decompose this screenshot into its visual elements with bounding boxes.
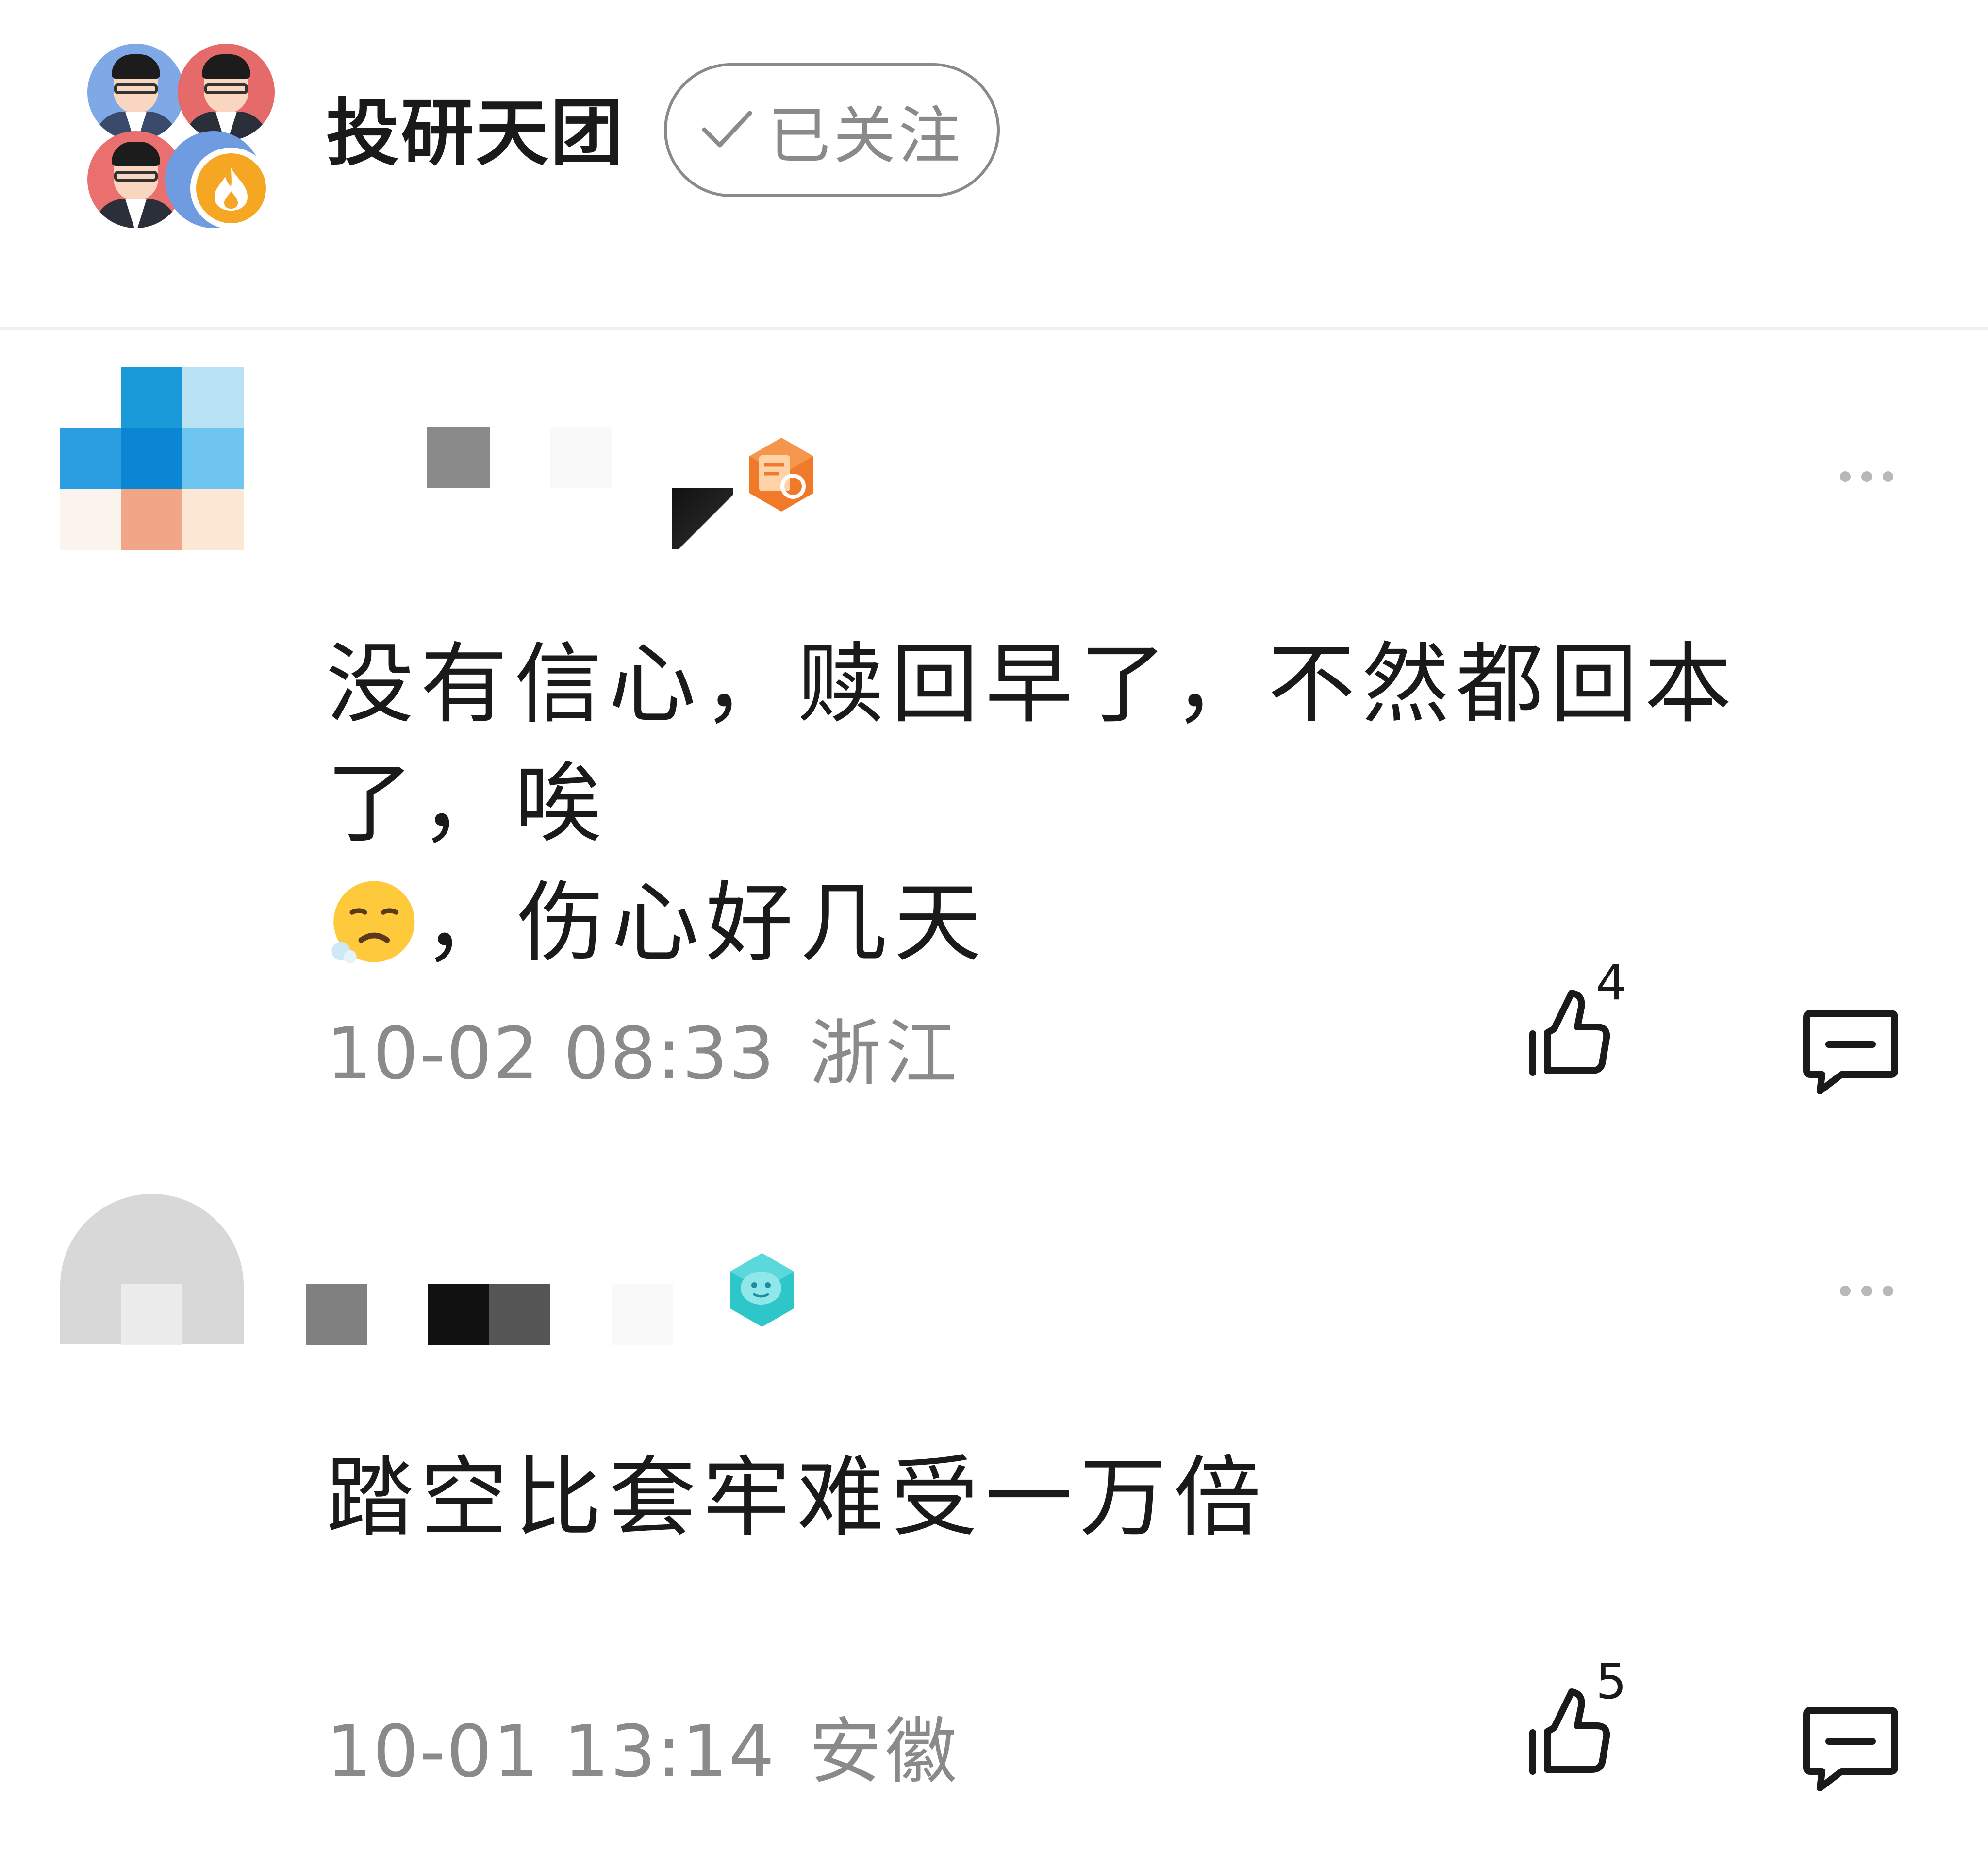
- comment-date: 10-01 13:14: [326, 1710, 776, 1793]
- more-icon[interactable]: [1833, 1281, 1901, 1301]
- comment-text-line: ，伤心好几天: [326, 864, 1918, 983]
- avatar[interactable]: [60, 1194, 245, 1378]
- document-badge-icon: [749, 438, 813, 512]
- comment-meta: 10-02 08:33 浙江: [326, 995, 961, 1099]
- username-redacted: [612, 1284, 673, 1345]
- comment-location: 安徽: [809, 1710, 961, 1793]
- comment-text: 踏空比套牢难受一万倍: [326, 1439, 1918, 1558]
- like-button[interactable]: 5: [1524, 1653, 1650, 1786]
- like-count: 5: [1596, 1653, 1627, 1710]
- comment-date: 10-02 08:33: [326, 1012, 776, 1095]
- username-redacted[interactable]: [427, 427, 490, 488]
- member-avatar-1: [87, 44, 184, 141]
- like-button[interactable]: 4: [1524, 954, 1650, 1087]
- comment-text-line: 踏空比套牢难受一万倍: [326, 1447, 1268, 1549]
- like-count: 4: [1596, 954, 1627, 1011]
- avatar[interactable]: [60, 367, 245, 561]
- comment-text-line: 没有信心，赎回早了，不然都回本了，唉: [326, 634, 1739, 855]
- header: 投研天团 已关注: [0, 0, 1988, 328]
- followed-label: 已关注: [768, 99, 963, 172]
- username-redacted: [489, 1284, 550, 1345]
- divider: [0, 327, 1988, 330]
- username-redacted: [672, 488, 733, 549]
- username-redacted[interactable]: [306, 1284, 367, 1345]
- comment-text: 没有信心，赎回早了，不然都回本了，唉 ，伤心好几天: [326, 625, 1918, 983]
- fire-badge-icon: [190, 148, 272, 229]
- reply-comment-icon[interactable]: [1800, 1701, 1902, 1798]
- group-avatar[interactable]: [83, 44, 277, 238]
- comment-location: 浙江: [809, 1012, 961, 1095]
- username-redacted: [428, 1284, 489, 1345]
- reply-comment-icon[interactable]: [1800, 1004, 1902, 1101]
- followed-button[interactable]: 已关注: [664, 63, 1000, 197]
- member-avatar-2: [178, 44, 275, 141]
- sighing-face-emoji-icon: [331, 881, 415, 963]
- check-icon: [700, 107, 754, 153]
- chat-badge-icon: [730, 1253, 794, 1327]
- more-icon[interactable]: [1833, 467, 1901, 486]
- comment-meta: 10-01 13:14 安徽: [326, 1693, 961, 1797]
- username-redacted: [550, 427, 612, 488]
- group-name[interactable]: 投研天团: [326, 92, 625, 175]
